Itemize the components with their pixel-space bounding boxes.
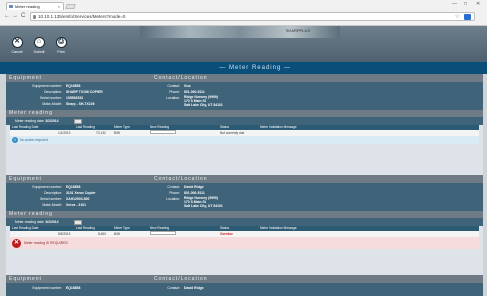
field-value: EQ16858 (66, 185, 81, 189)
reading-table: Last Reading Date Last Reading Meter Typ… (10, 125, 479, 136)
meter-section: Equipment Contact/Location Equipment num… (6, 275, 483, 296)
content-area: Equipment Contact/Location Equipment num… (6, 74, 483, 296)
field-value: Salt Lake City, UT 84101 (184, 103, 223, 107)
field-label: Make-Model: (42, 203, 62, 207)
field-label: Location: (166, 96, 180, 100)
reading-date-value: 3/2/2014 (45, 220, 59, 224)
tab-favicon-icon (9, 5, 13, 8)
field-value: David Ridge (184, 286, 204, 290)
message-text: No action required. (20, 138, 49, 142)
contact-header-label: Contact/Location (154, 276, 208, 282)
submit-label: Submit (33, 50, 45, 54)
equipment-body: Equipment number: EQ16858 Description: 3… (6, 183, 483, 211)
field-label: Serial number: (39, 96, 62, 100)
masthead-text: SHARPPLUS (285, 28, 310, 33)
submit-icon: ⌂ (33, 37, 45, 48)
equipment-body: Equipment number: EQ16858 Description: S… (6, 82, 483, 110)
bookmark-star-icon[interactable]: ☆ (455, 13, 460, 21)
print-label: Print (57, 50, 65, 54)
meter-reading-header: Meter reading (6, 211, 483, 218)
page-icon (33, 15, 36, 19)
forward-icon[interactable]: → (12, 13, 18, 19)
message-text: Meter reading IS REQUIRED (24, 241, 68, 245)
print-icon: ⎙ (55, 37, 67, 48)
equipment-header-label: Equipment (9, 75, 42, 81)
field-label: Phone: (169, 90, 180, 94)
field-label: Phone: (169, 191, 180, 195)
reading-date-row: Meter reading date: 3/2/2014 (6, 117, 483, 125)
tab-title: Meter reading (15, 4, 40, 9)
error-message: ✕ Meter reading IS REQUIRED (10, 237, 479, 249)
contact-header-label: Contact/Location (154, 176, 208, 182)
field-label: Description: (44, 90, 62, 94)
field-label: Contact: (167, 286, 180, 290)
field-value: Gus (184, 84, 191, 88)
equipment-header: Equipment Contact/Location (6, 74, 483, 82)
equipment-header-label: Equipment (9, 276, 42, 282)
new-reading-input[interactable] (150, 231, 176, 235)
reading-date-value: 3/2/2014 (45, 119, 59, 123)
field-label: Equipment number: (32, 84, 62, 88)
contact-header-label: Contact/Location (154, 75, 208, 81)
extension-icon[interactable] (464, 14, 471, 20)
field-label: Serial number: (39, 197, 62, 201)
cancel-button[interactable]: ✕ Cancel (9, 37, 25, 54)
cancel-icon: ✕ (11, 37, 23, 48)
new-reading-input[interactable] (150, 130, 176, 134)
field-label: Equipment number: (32, 286, 62, 290)
equipment-header: Equipment Contact/Location (6, 175, 483, 183)
error-icon: ✕ (12, 238, 21, 248)
field-value: 105593533 (66, 96, 83, 100)
date-picker-button[interactable] (73, 219, 82, 225)
field-label: Contact: (167, 185, 180, 189)
meter-reading-header: Meter reading (6, 110, 483, 117)
url-text: 10.10.1.135/eInfo/Services/Meters?mode=0 (38, 14, 126, 19)
field-label: Location: (166, 197, 180, 201)
reading-date-row: Meter reading date: 3/2/2014 (6, 218, 483, 226)
reading-table: Last Reading Date Last Reading Meter Typ… (10, 226, 479, 237)
field-label: Contact: (167, 84, 180, 88)
field-value: Xerox - 3101 (66, 203, 86, 207)
equipment-header-label: Equipment (9, 176, 42, 182)
info-message: i No action required. (10, 136, 479, 144)
field-value: David Ridge (184, 185, 204, 189)
submit-button[interactable]: ⌂ Submit (31, 37, 47, 54)
minimize-icon[interactable]: — (452, 1, 457, 7)
meter-section: Equipment Contact/Location Equipment num… (6, 175, 483, 275)
field-label: Description: (44, 191, 62, 195)
print-button[interactable]: ⎙ Print (53, 37, 69, 54)
field-label: Equipment number: (32, 185, 62, 189)
masthead-banner: SHARPPLUS (140, 26, 340, 38)
cancel-label: Cancel (11, 50, 23, 54)
browser-tab[interactable]: Meter reading × (6, 2, 64, 10)
refresh-icon[interactable]: C (21, 13, 25, 19)
back-icon[interactable]: ← (4, 13, 10, 19)
date-picker-button[interactable] (73, 118, 82, 124)
equipment-header: Equipment Contact/Location (6, 275, 483, 283)
field-label: Make-Model: (42, 102, 62, 106)
page-title: — Meter Reading — (0, 62, 487, 74)
field-value: Salt Lake City, UT 84101 (184, 204, 223, 208)
field-value: XAH12503-800 (66, 197, 90, 201)
meter-section: Equipment Contact/Location Equipment num… (6, 74, 483, 175)
reading-date-label: Meter reading date: (15, 119, 45, 123)
info-icon: i (12, 137, 18, 143)
equipment-body: Equipment number: EQ16858 Contact: David… (6, 283, 483, 296)
maximize-icon[interactable]: □ (464, 1, 467, 7)
tab-close-icon[interactable]: × (58, 3, 60, 10)
field-value: SHARP TX106 COPIER (66, 90, 103, 94)
reading-date-label: Meter reading date: (15, 220, 45, 224)
close-window-icon[interactable]: ✕ (476, 1, 480, 7)
field-value: EQ16858 (66, 84, 81, 88)
field-value: Sharp - SH-TX106 (66, 102, 95, 106)
field-value: 3101 Xerox Copier (66, 191, 96, 195)
field-value: EQ16858 (66, 286, 81, 290)
address-bar[interactable]: 10.10.1.135/eInfo/Services/Meters?mode=0… (30, 12, 475, 21)
browser-chrome: Meter reading × — □ ✕ ← → C 10.10.1.135/… (0, 0, 487, 26)
new-tab-button[interactable] (65, 4, 76, 9)
